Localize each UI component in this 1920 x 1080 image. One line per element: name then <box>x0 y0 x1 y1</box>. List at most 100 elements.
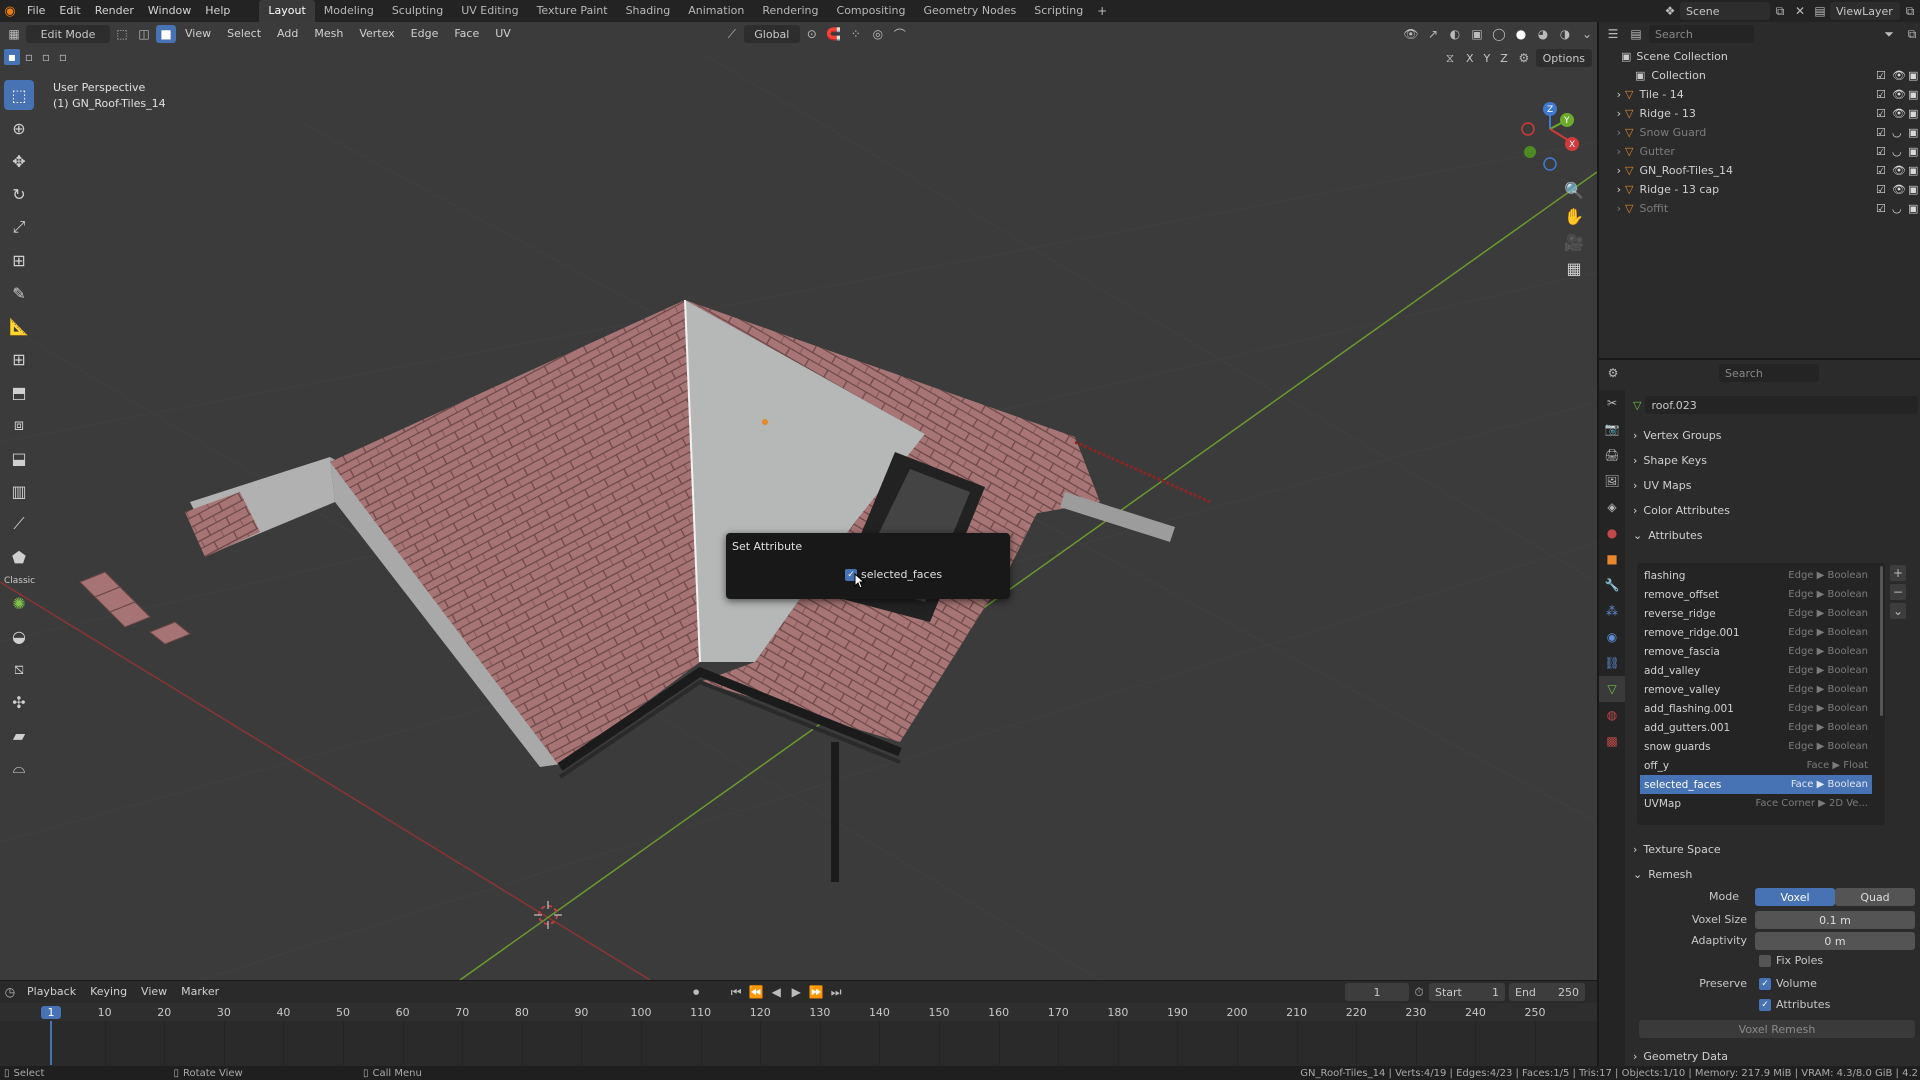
exclude-checkbox-icon[interactable]: ☑ <box>1876 145 1886 158</box>
new-collection-icon[interactable]: ⧉ <box>1902 25 1920 43</box>
visibility-eye-icon[interactable]: 👁 <box>1892 164 1906 177</box>
display-mode-icon[interactable]: ▤ <box>1626 25 1646 43</box>
move-tool-icon[interactable]: ✥ <box>4 146 34 176</box>
panel-header[interactable]: › Vertex Groups <box>1633 424 1918 446</box>
visibility-eye-icon[interactable]: ◡ <box>1892 126 1902 139</box>
tab-shading[interactable]: Shading <box>617 0 680 22</box>
menu-add[interactable]: Add <box>270 22 305 46</box>
zoom-icon[interactable]: 🔍 <box>1561 177 1587 203</box>
panel-header[interactable]: › Shape Keys <box>1633 449 1918 471</box>
constraints-tab-icon[interactable]: ⛓ <box>1599 650 1625 676</box>
annotate-tool-icon[interactable]: ✎ <box>4 278 34 308</box>
prev-keyframe-icon[interactable]: ⏪ <box>746 983 766 1001</box>
visibility-eye-icon[interactable]: 👁 <box>1892 88 1906 101</box>
modifier-tab-icon[interactable]: 🔧 <box>1599 572 1625 598</box>
scene-icon[interactable]: ❖ <box>1660 2 1680 20</box>
outliner-item[interactable]: › ▽ Ridge - 13 cap ☑ 👁 ▣ <box>1599 180 1920 199</box>
3d-viewport[interactable]: ▦ Edit Mode ⬚ ◫ ■ View Select Add Mesh V… <box>0 22 1597 980</box>
record-icon[interactable]: ⏺ <box>686 983 706 1001</box>
geometry-data-panel[interactable]: › Geometry Data <box>1633 1046 1918 1066</box>
mirror-x-toggle[interactable]: X <box>1462 49 1478 67</box>
gizmo-toggle-icon[interactable]: ↗ <box>1423 25 1443 43</box>
menu-vertex[interactable]: Vertex <box>352 22 401 46</box>
mode-selector[interactable]: Edit Mode <box>26 25 110 43</box>
tab-animation[interactable]: Animation <box>679 0 753 22</box>
outliner-search-input[interactable]: Search <box>1649 25 1754 43</box>
overlay-toggle-icon[interactable]: ◐ <box>1445 25 1465 43</box>
scene-tab-icon[interactable]: ◈ <box>1599 494 1625 520</box>
transform-orientation-icon[interactable]: ⟋ <box>722 25 742 43</box>
attribute-row[interactable]: remove_fascia Edge ▶ Boolean <box>1640 642 1872 661</box>
attributes-scrollbar[interactable] <box>1880 566 1883 716</box>
expand-chevron-icon[interactable]: › <box>1599 145 1625 158</box>
attribute-row[interactable]: UVMap Face Corner ▶ 2D Ve... <box>1640 794 1872 813</box>
fix-poles-row[interactable]: Fix Poles <box>1759 954 1823 967</box>
attribute-row[interactable]: add_valley Edge ▶ Boolean <box>1640 661 1872 680</box>
start-frame-field[interactable]: Start 1 <box>1429 983 1505 1001</box>
orientation-selector[interactable]: Global <box>743 25 800 43</box>
preserve-attributes-checkbox[interactable]: ✓ <box>1759 998 1771 1011</box>
tab-rendering[interactable]: Rendering <box>753 0 827 22</box>
exclude-checkbox-icon[interactable]: ☑ <box>1876 126 1886 139</box>
shrink-fatten-tool-icon[interactable]: ✣ <box>4 687 34 717</box>
volume-row[interactable]: ✓ Volume <box>1759 977 1817 990</box>
render-camera-icon[interactable]: ▣ <box>1908 88 1918 101</box>
shading-wireframe-icon[interactable]: ◯ <box>1489 25 1509 43</box>
blender-logo-icon[interactable]: ◉ <box>0 2 20 20</box>
exclude-checkbox-icon[interactable]: ☑ <box>1876 88 1886 101</box>
navigation-gizmo[interactable]: Z Y X <box>1515 84 1585 174</box>
extrude-tool-icon[interactable]: ⬒ <box>4 377 34 407</box>
select-box-tool-icon[interactable]: ⬚ <box>4 80 34 110</box>
tab-scripting[interactable]: Scripting <box>1025 0 1092 22</box>
mode-voxel-button[interactable]: Voxel <box>1755 888 1835 906</box>
visibility-eye-icon[interactable]: 👁 <box>1892 69 1906 82</box>
volume-checkbox[interactable]: ✓ <box>1759 977 1771 990</box>
add-cube-tool-icon[interactable]: ⊞ <box>4 344 34 374</box>
exclude-checkbox-icon[interactable]: ☑ <box>1876 202 1886 215</box>
knife-tool-icon[interactable]: ⟋ <box>4 509 34 539</box>
texture-tab-icon[interactable]: ▩ <box>1599 728 1625 754</box>
texture-space-panel[interactable]: › Texture Space <box>1633 838 1918 860</box>
visibility-eye-icon[interactable]: 👁 <box>1892 107 1906 120</box>
tool-tab-icon[interactable]: ✂ <box>1599 390 1625 416</box>
scale-tool-icon[interactable]: ⤢ <box>4 212 34 242</box>
render-camera-icon[interactable]: ▣ <box>1908 164 1918 177</box>
view-layer-tab-icon[interactable]: 🖼 <box>1599 468 1625 494</box>
outliner-item[interactable]: › ▽ Ridge - 13 ☑ 👁 ▣ <box>1599 104 1920 123</box>
attribute-row[interactable]: snow guards Edge ▶ Boolean <box>1640 737 1872 756</box>
select-new-icon[interactable]: ▪ <box>4 49 20 65</box>
visibility-eye-icon[interactable]: ◡ <box>1892 145 1902 158</box>
end-frame-field[interactable]: End 250 <box>1509 983 1585 1001</box>
menu-window[interactable]: Window <box>141 0 198 22</box>
expand-chevron-icon[interactable]: › <box>1599 107 1625 120</box>
pan-hand-icon[interactable]: ✋ <box>1561 203 1587 229</box>
playhead-line[interactable] <box>50 1021 52 1065</box>
render-tab-icon[interactable]: 📷 <box>1599 416 1625 442</box>
visibility-icon[interactable]: 👁 <box>1401 25 1421 43</box>
mirror-z-toggle[interactable]: Z <box>1496 49 1512 67</box>
tab-modeling[interactable]: Modeling <box>315 0 383 22</box>
voxel-size-field[interactable]: 0.1 m <box>1755 911 1915 929</box>
mirror-y-toggle[interactable]: Y <box>1480 49 1495 67</box>
outliner-item[interactable]: › ▽ GN_Roof-Tiles_14 ☑ 👁 ▣ <box>1599 161 1920 180</box>
spin-tool-icon[interactable]: ✺ <box>4 588 34 618</box>
render-camera-icon[interactable]: ▣ <box>1908 107 1918 120</box>
outliner-item[interactable]: ▣ Collection ☑ 👁 ▣ <box>1599 66 1920 85</box>
voxel-remesh-button[interactable]: Voxel Remesh <box>1639 1020 1915 1038</box>
mirror-icon[interactable]: ⧖ <box>1440 49 1460 67</box>
mesh-name-field[interactable]: roof.023 <box>1645 396 1918 414</box>
outliner-item[interactable]: › ▽ Snow Guard ☑ ◡ ▣ <box>1599 123 1920 142</box>
expand-chevron-icon[interactable]: › <box>1599 183 1625 196</box>
properties-editor-type-icon[interactable]: ⚙ <box>1603 364 1623 382</box>
cursor-tool-icon[interactable]: ⊕ <box>4 113 34 143</box>
camera-view-icon[interactable]: 🎥 <box>1561 229 1587 255</box>
new-view-layer-icon[interactable]: ⧉ <box>1900 2 1920 20</box>
proportional-edit-icon[interactable]: ◎ <box>868 25 888 43</box>
attribute-row[interactable]: off_y Face ▶ Float <box>1640 756 1872 775</box>
expand-chevron-icon[interactable]: › <box>1599 126 1625 139</box>
add-workspace-icon[interactable]: + <box>1092 2 1112 20</box>
expand-chevron-icon[interactable]: › <box>1599 202 1625 215</box>
visibility-eye-icon[interactable]: 👁 <box>1892 183 1906 196</box>
expand-chevron-icon[interactable]: › <box>1599 88 1625 101</box>
add-attribute-icon[interactable]: + <box>1890 565 1906 581</box>
